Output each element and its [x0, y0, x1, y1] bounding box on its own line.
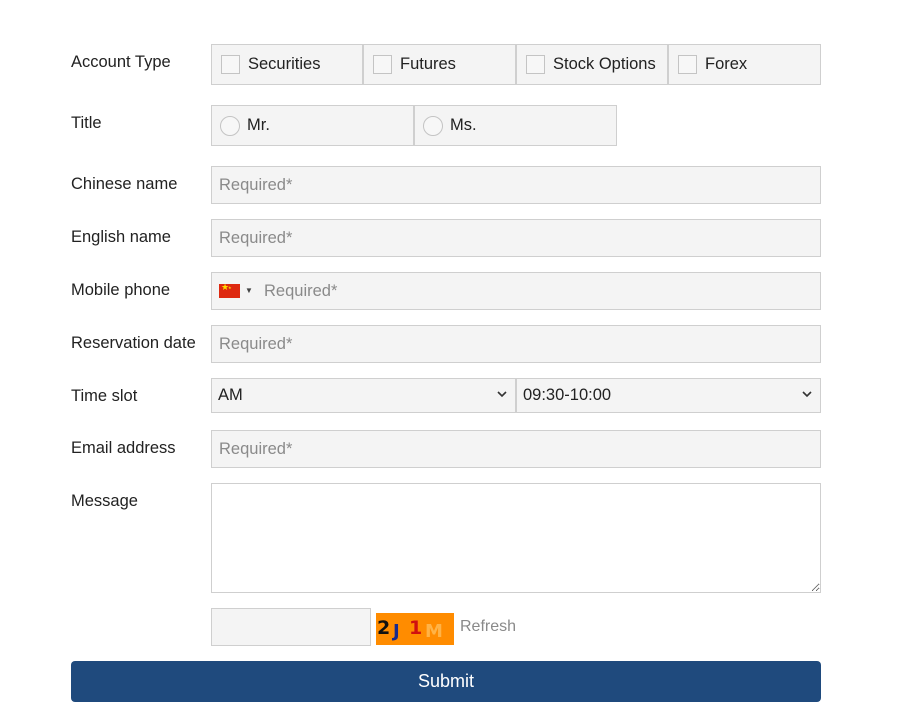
china-flag-icon[interactable]: ★ ★ — [219, 284, 240, 298]
reservation-date-label: Reservation date — [71, 334, 196, 352]
mobile-phone-input[interactable] — [211, 272, 821, 310]
chinese-name-input[interactable] — [211, 166, 821, 204]
futures-checkbox[interactable] — [373, 55, 392, 74]
message-textarea[interactable] — [211, 483, 821, 593]
time-slot-label: Time slot — [71, 387, 138, 405]
title-mr[interactable]: Mr. — [211, 105, 414, 146]
chevron-down-icon — [497, 391, 507, 398]
period-value: AM — [218, 386, 243, 404]
captcha-input[interactable] — [211, 608, 371, 646]
period-select[interactable]: AM — [211, 378, 516, 413]
account-type-securities[interactable]: Securities — [211, 44, 363, 85]
chevron-down-icon — [802, 391, 812, 398]
caret-down-icon[interactable]: ▼ — [245, 286, 253, 295]
captcha-char: 2 — [377, 617, 391, 639]
email-input[interactable] — [211, 430, 821, 468]
stock-options-checkbox[interactable] — [526, 55, 545, 74]
forex-checkbox[interactable] — [678, 55, 697, 74]
message-label: Message — [71, 492, 138, 510]
email-label: Email address — [71, 439, 176, 457]
captcha-char: 1 — [409, 617, 423, 639]
ms-radio[interactable] — [423, 115, 443, 136]
securities-label: Securities — [248, 55, 321, 73]
captcha-image: 2 J 1 M — [376, 613, 454, 645]
title-ms[interactable]: Ms. — [414, 105, 617, 146]
account-type-forex[interactable]: Forex — [668, 44, 821, 85]
account-type-label: Account Type — [71, 53, 171, 71]
english-name-input[interactable] — [211, 219, 821, 257]
account-type-stock-options[interactable]: Stock Options — [516, 44, 668, 85]
account-type-futures[interactable]: Futures — [363, 44, 516, 85]
chinese-name-label: Chinese name — [71, 175, 178, 193]
english-name-label: English name — [71, 228, 171, 246]
reservation-date-input[interactable] — [211, 325, 821, 363]
stock-options-label: Stock Options — [553, 55, 656, 73]
captcha-char: M — [425, 621, 443, 642]
forex-label: Forex — [705, 55, 748, 73]
futures-label: Futures — [400, 55, 456, 73]
mobile-phone-label: Mobile phone — [71, 281, 171, 299]
securities-checkbox[interactable] — [221, 55, 240, 74]
slot-select[interactable]: 09:30-10:00 — [516, 378, 821, 413]
title-label: Title — [71, 114, 102, 132]
mr-radio[interactable] — [220, 115, 240, 136]
submit-button[interactable]: Submit — [71, 661, 821, 702]
mr-label: Mr. — [247, 116, 270, 134]
ms-label: Ms. — [450, 116, 477, 134]
captcha-char: J — [393, 621, 400, 642]
slot-value: 09:30-10:00 — [523, 386, 612, 404]
captcha-refresh-link[interactable]: Refresh — [460, 618, 516, 636]
